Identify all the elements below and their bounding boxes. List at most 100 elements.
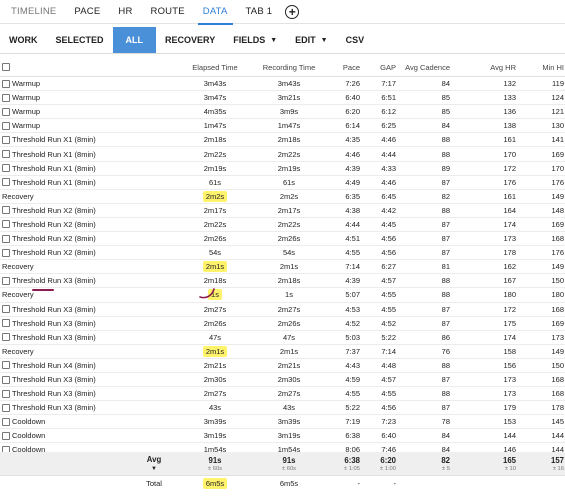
table-row[interactable]: Recovery 2m2s 2m2s 6:35 6:45 82 161 149 <box>0 190 565 204</box>
cell-gap: 4:48 <box>381 360 396 370</box>
cell-avg-hr: 161 <box>503 191 516 201</box>
table-row[interactable]: Recovery 1s 1s 5:07 4:55 88 180 180 <box>0 288 565 303</box>
lap-name: Threshold Run X2 (8min) <box>12 219 96 229</box>
table-row[interactable]: Threshold Run X3 (8min) 2m30s 2m30s 4:59 4:5… <box>0 373 565 388</box>
header-gap[interactable]: GAP <box>365 58 396 76</box>
cell-elapsed: 47s <box>208 332 222 342</box>
summary-label[interactable]: Avg ▼ <box>140 452 168 475</box>
row-checkbox[interactable] <box>2 276 10 285</box>
row-checkbox[interactable] <box>2 164 10 173</box>
cell-gap: 4:57 <box>381 276 396 286</box>
summary-value: 157 <box>550 455 564 465</box>
table-row[interactable]: Threshold Run X1 (8min) 2m18s 2m18s 4:35 4:4… <box>0 133 565 148</box>
table-row[interactable]: Threshold Run X2 (8min) 2m26s 2m26s 4:51 4:5… <box>0 232 565 247</box>
row-checkbox[interactable] <box>2 178 10 187</box>
row-checkbox[interactable] <box>2 248 10 257</box>
row-checkbox[interactable] <box>2 150 10 159</box>
table-row[interactable]: Threshold Run X3 (8min) 47s 47s 5:03 5:22 86 1… <box>0 331 565 345</box>
table-row[interactable]: Recovery 2m1s 2m1s 7:37 7:14 76 158 149 <box>0 345 565 359</box>
row-checkbox[interactable] <box>2 375 10 384</box>
table-row[interactable]: Warmup 1m47s 1m47s 6:14 6:25 84 138 130 <box>0 119 565 134</box>
header-avg-hr[interactable]: Avg HR <box>470 58 516 76</box>
row-checkbox[interactable] <box>2 234 10 243</box>
table-row[interactable]: Threshold Run X3 (8min) 43s 43s 5:22 4:56 87 1… <box>0 401 565 416</box>
cell-recording: 2m18s <box>277 135 301 145</box>
row-checkbox[interactable] <box>2 319 10 328</box>
table-row[interactable]: Threshold Run X3 (8min) 2m27s 2m27s 4:53 4:5… <box>0 303 565 317</box>
add-tab-icon[interactable]: + <box>285 4 300 19</box>
table-row[interactable]: Threshold Run X3 (8min) 2m18s 2m18s 4:39 4:5… <box>0 274 565 289</box>
table-row[interactable]: Threshold Run X1 (8min) 61s 61s 4:49 4:46 87 1… <box>0 176 565 190</box>
table-row[interactable]: Threshold Run X4 (8min) 2m21s 2m21s 4:43 4:4… <box>0 359 565 373</box>
fields-dropdown[interactable]: FIELDS ▼ <box>224 27 286 53</box>
table-row[interactable]: Warmup 3m43s 3m43s 7:26 7:17 84 132 119 <box>0 77 565 92</box>
table-row[interactable]: Cooldown 3m19s 3m19s 6:38 6:40 84 144 144 <box>0 429 565 444</box>
header-pace[interactable]: Pace <box>330 58 360 76</box>
select-all-checkbox[interactable] <box>2 63 10 71</box>
cell-avg-hr: 161 <box>503 135 516 145</box>
row-checkbox[interactable] <box>2 361 10 370</box>
lap-name: Recovery <box>2 191 34 201</box>
row-checkbox[interactable] <box>2 333 10 342</box>
header-elapsed-time[interactable]: Elapsed Time <box>185 58 245 76</box>
cell-gap: 6:40 <box>381 431 396 441</box>
header-min-hr[interactable]: Min HI <box>530 58 564 76</box>
cell-elapsed: 2m27s <box>203 389 227 399</box>
table-row[interactable]: Warmup 3m47s 3m21s 6:40 6:51 85 133 124 <box>0 91 565 106</box>
cell-gap: 4:52 <box>381 318 396 328</box>
table-row[interactable]: Threshold Run X3 (8min) 2m26s 2m26s 4:52 4:5… <box>0 317 565 331</box>
tab-hr[interactable]: HR <box>109 0 141 24</box>
row-checkbox[interactable] <box>2 305 10 314</box>
cell-recording: 2m26s <box>277 234 301 244</box>
row-checkbox[interactable] <box>2 389 10 398</box>
table-row[interactable]: Recovery 2m1s 2m1s 7:14 6:27 81 162 149 <box>0 260 565 275</box>
lap-name-cell: Threshold Run X2 (8min) <box>2 204 96 217</box>
lap-name-cell: Threshold Run X3 (8min) <box>2 387 96 400</box>
row-checkbox[interactable] <box>2 135 10 144</box>
cell-recording: 1s <box>285 290 293 300</box>
tab-route[interactable]: ROUTE <box>142 0 194 24</box>
summary-min-hr: 157 ± 16 <box>530 452 564 475</box>
cell-pace: 4:43 <box>345 360 360 370</box>
row-checkbox[interactable] <box>2 93 10 102</box>
table-row[interactable]: Threshold Run X2 (8min) 54s 54s 4:55 4:56 87 1… <box>0 246 565 261</box>
row-checkbox[interactable] <box>2 431 10 440</box>
row-checkbox[interactable] <box>2 107 10 116</box>
cell-recording: 2m30s <box>277 375 301 385</box>
csv-button[interactable]: CSV <box>337 27 374 53</box>
work-button[interactable]: WORK <box>0 27 47 53</box>
selected-button[interactable]: SELECTED <box>47 27 113 53</box>
header-recording-time[interactable]: Recording Time <box>258 58 320 76</box>
edit-dropdown[interactable]: EDIT ▼ <box>286 27 336 53</box>
row-checkbox[interactable] <box>2 403 10 412</box>
header-avg-cadence[interactable]: Avg Cadence <box>405 58 450 76</box>
tab-pace[interactable]: PACE <box>65 0 109 24</box>
row-checkbox[interactable] <box>2 417 10 426</box>
cell-avg-hr: 173 <box>503 234 516 244</box>
table-row[interactable]: Threshold Run X1 (8min) 2m19s 2m19s 4:39 4:3… <box>0 162 565 176</box>
cell-recording: 2m26s <box>277 318 301 328</box>
table-row[interactable]: Cooldown 3m39s 3m39s 7:19 7:23 78 153 145 <box>0 415 565 430</box>
table-row[interactable]: Threshold Run X2 (8min) 2m22s 2m22s 4:44 4:4… <box>0 218 565 233</box>
row-checkbox[interactable] <box>2 206 10 215</box>
cell-avg-hr: 144 <box>503 431 516 441</box>
cell-cadence: 88 <box>441 135 450 145</box>
table-row[interactable]: Threshold Run X1 (8min) 2m22s 2m22s 4:46 4:4… <box>0 147 565 162</box>
row-checkbox[interactable] <box>2 220 10 229</box>
cell-pace: 4:52 <box>345 318 360 328</box>
tab-timeline[interactable]: TIMELINE <box>2 0 65 24</box>
tab-data[interactable]: DATA <box>194 0 237 25</box>
cell-gap: 6:45 <box>381 191 396 201</box>
cell-avg-hr: 156 <box>503 360 516 370</box>
table-row[interactable]: Threshold Run X2 (8min) 2m17s 2m17s 4:38 4:4… <box>0 204 565 218</box>
table-row[interactable]: Threshold Run X3 (8min) 2m27s 2m27s 4:55 4:5… <box>0 387 565 402</box>
summary-deviation: ± 60s <box>207 465 223 472</box>
cell-gap: 7:17 <box>381 79 396 89</box>
all-button[interactable]: ALL <box>112 27 157 53</box>
table-row[interactable]: Warmup 4m35s 3m9s 6:20 6:12 85 136 121 <box>0 105 565 120</box>
tab-tab-1[interactable]: TAB 1 <box>237 0 282 24</box>
recovery-button[interactable]: RECOVERY <box>156 27 224 53</box>
cell-min-hr: 176 <box>551 248 564 258</box>
row-checkbox[interactable] <box>2 79 10 88</box>
row-checkbox[interactable] <box>2 121 10 130</box>
